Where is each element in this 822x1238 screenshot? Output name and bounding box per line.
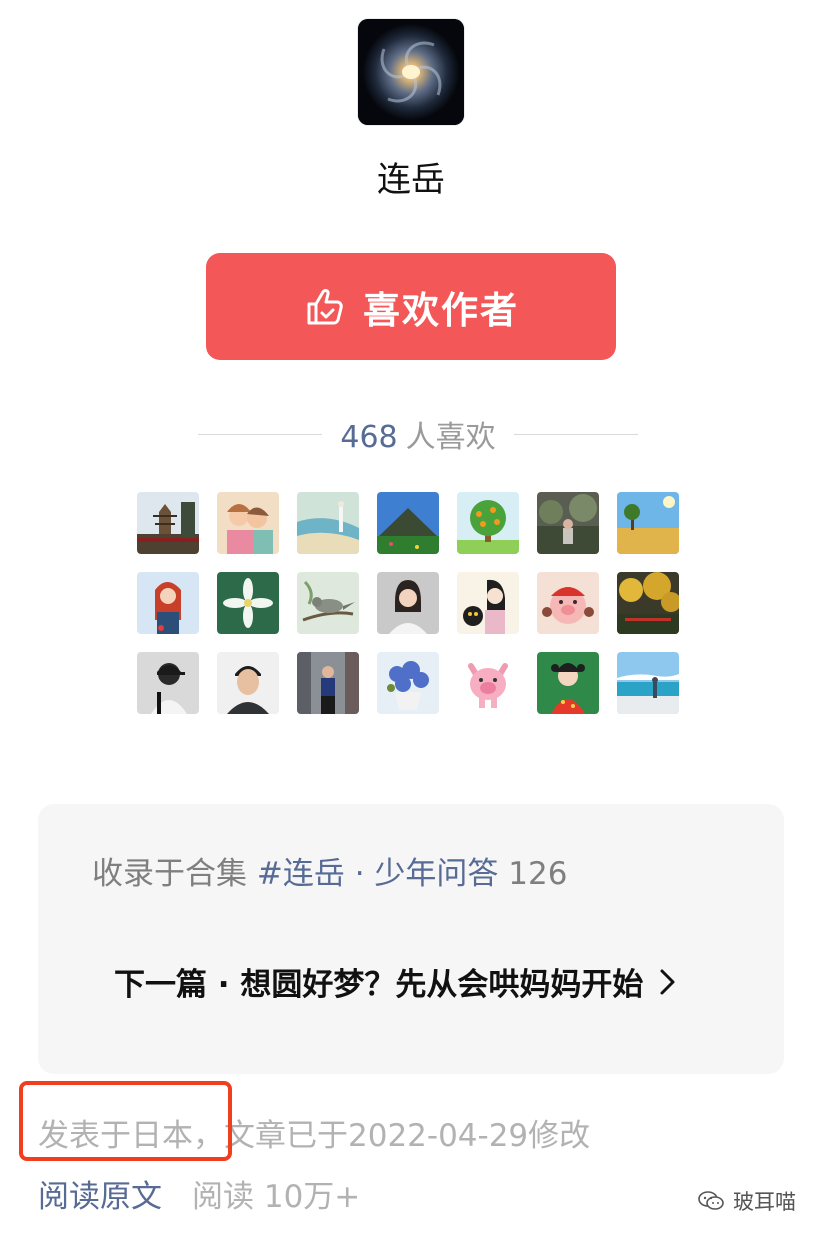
liker-avatar-white-flower[interactable] [217,572,279,634]
collection-prefix: 收录于合集 [92,856,247,892]
likes-count-row: 468 人喜欢 [198,412,639,456]
liker-avatar-couple-illustration[interactable] [217,492,279,554]
read-original-link[interactable]: 阅读原文 [38,1171,162,1216]
liker-avatar-man-portrait[interactable] [217,652,279,714]
like-author-button[interactable]: 喜欢作者 [206,253,616,360]
likes-count: 468 人喜欢 [322,412,513,456]
annotation-highlight-box [19,1081,232,1161]
likes-unit: 人喜欢 [405,420,496,455]
liker-avatar-garden[interactable] [537,492,599,554]
liker-avatar-pig-girl[interactable] [537,572,599,634]
liker-avatar-pagoda[interactable] [137,492,199,554]
watermark: 玻耳喵 [697,1186,796,1216]
thumbs-up-icon [307,288,343,324]
liker-avatar-bird[interactable] [297,572,359,634]
liker-avatar-red-hair-girl[interactable] [137,572,199,634]
author-name: 连岳 [377,160,445,200]
liker-avatar-seaside[interactable] [617,652,679,714]
liker-avatar-red-dress-girl[interactable] [537,652,599,714]
likes-number: 468 [340,420,398,455]
wechat-icon [698,1191,724,1210]
chevron-right-icon [660,969,675,994]
author-avatar[interactable] [358,19,464,125]
next-article-title: 下一篇 · 想圆好梦？先从会哄妈妈开始 [114,967,644,1003]
collection-info[interactable]: 收录于合集 #连岳 · 少年问答 126 [92,848,567,893]
likers-grid [137,492,681,714]
liker-avatar-orange-tree[interactable] [457,492,519,554]
liker-avatar-wheat-field[interactable] [617,492,679,554]
liker-avatar-cap-back[interactable] [137,652,199,714]
liker-avatar-city-walk[interactable] [297,652,359,714]
liker-avatar-golden-trees[interactable] [617,572,679,634]
liker-avatar-pink-pig[interactable] [457,652,519,714]
watermark-text: 玻耳喵 [733,1190,796,1214]
divider-left [198,433,323,435]
read-count: 阅读 10万+ [192,1178,361,1215]
article-footer: 阅读原文 阅读 10万+ [38,1170,360,1216]
liker-avatar-blue-flowers[interactable] [377,652,439,714]
collection-tag[interactable]: #连岳 · 少年问答 [257,856,499,892]
collection-count: 126 [508,856,568,892]
divider-right [513,433,639,435]
like-author-label: 喜欢作者 [363,288,519,332]
liker-avatar-beach-painting[interactable] [297,492,359,554]
liker-avatar-girl-with-cat[interactable] [457,572,519,634]
liker-avatar-mountain[interactable] [377,492,439,554]
galaxy-avatar [358,19,464,125]
collection-card: 收录于合集 #连岳 · 少年问答 126 下一篇 · 想圆好梦？先从会哄妈妈开始 [38,804,784,1074]
next-article-link[interactable]: 下一篇 · 想圆好梦？先从会哄妈妈开始 [114,959,677,1004]
liker-avatar-woman-portrait[interactable] [377,572,439,634]
